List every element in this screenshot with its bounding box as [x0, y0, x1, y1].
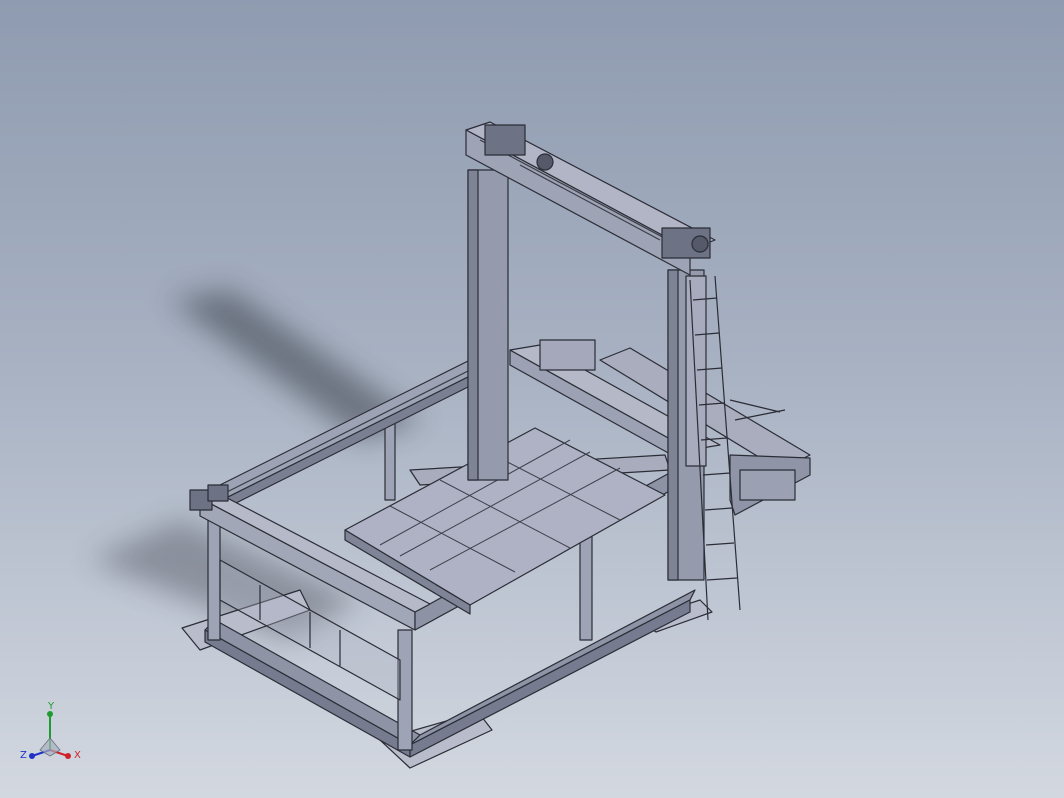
machine-assembly[interactable] — [181, 121, 811, 769]
gantry-drive-motor-right — [661, 227, 711, 259]
gantry-right-column — [667, 269, 707, 581]
gantry-left-column — [467, 169, 509, 481]
3d-model-view[interactable] — [0, 0, 1064, 798]
y-axis-label: Y — [48, 701, 55, 712]
x-axis-label: X — [74, 750, 81, 761]
z-axis-label: Z — [20, 750, 27, 761]
view-orientation-triad: Y X Z — [18, 700, 88, 770]
graphics-viewport[interactable]: Y X Z — [0, 0, 1064, 798]
